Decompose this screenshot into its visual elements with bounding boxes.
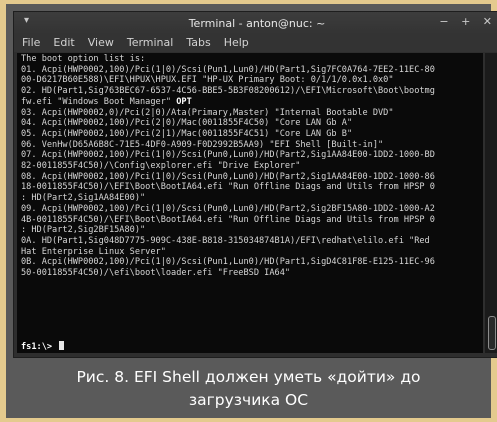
menu-tabs[interactable]: Tabs [186,36,210,49]
terminal-line-text: The boot option list is: [21,54,146,64]
terminal-line-text: Hat Enterprise Linux Server" [21,246,166,257]
terminal-line-text: 05. Acpi(HWP0002,100)/Pci(2|1)/Mac(00118… [21,128,353,139]
terminal-line: 4B-0011855F4C50)/\EFI\Boot\BootIA64.efi … [21,215,481,226]
terminal-line: 50-0011855F4C50)/\efi\boot\loader.efi "F… [21,268,481,279]
terminal-line: 01. Acpi(HWP0002,100)/Pci(1|0)/Scsi(Pun1… [21,65,481,76]
terminal-line-text: 09. Acpi(HWP0002,100)/Pci(1|0)/Scsi(Pun0… [21,203,435,214]
menu-bar: File Edit View Terminal Tabs Help [14,34,497,52]
terminal-line: : HD(Part2,Sig2BF15A80)" [21,225,481,236]
terminal-line: 02. HD(Part1,Sig763BEC67-6537-4C56-BBE5-… [21,86,481,97]
menu-edit[interactable]: Edit [53,36,74,49]
terminal-line: : HD(Part2,Sig1AA84E00)" [21,193,481,204]
maximize-icon[interactable]: + [461,15,470,28]
close-icon[interactable]: ✕ [483,15,492,28]
menu-help[interactable]: Help [224,36,249,49]
command-line[interactable]: fs1:\> [21,341,65,353]
menu-file[interactable]: File [22,36,40,49]
caption-line-2: загрузчика ОС [188,391,309,409]
terminal-line-text: 50-0011855F4C50)/\efi\boot\loader.efi "F… [21,268,291,279]
terminal-line-text: 02. HD(Part1,Sig763BEC67-6537-4C56-BBE5-… [21,86,435,97]
terminal-line: 82-0011855F4C50)/\Config\explorer.efi "D… [21,161,481,172]
title-bar: ▾ Terminal - anton@nuc: ~ − + ✕ [14,12,497,34]
terminal-line: 18-0011855F4C50)/\EFI\Boot\BootIA64.efi … [21,182,481,193]
terminal-line-text: fw.efi "Windows Boot Manager" [21,96,177,107]
terminal-scrollbar[interactable] [485,53,497,353]
terminal-line: 00-D6217B60E588)\EFI\HPUX\HPUX.EFI "HP-U… [21,75,481,86]
terminal-line: 0B. Acpi(HWP0002,100)/Pci(1|0)/Scsi(Pun1… [21,257,481,268]
terminal-line: Hat Enterprise Linux Server" [21,247,481,258]
terminal-window: ▾ Terminal - anton@nuc: ~ − + ✕ File Edi… [14,12,497,357]
terminal-line-text: 08. Acpi(HWP0002,100)/Pci(1|0)/Scsi(Pun0… [21,171,435,182]
terminal-line-text: 03. Acpi(HWP0002,0)/Pci(2|0)/Ata(Primary… [21,107,394,118]
terminal-line-text: 0B. Acpi(HWP0002,100)/Pci(1|0)/Scsi(Pun1… [21,257,435,268]
menu-terminal[interactable]: Terminal [127,36,174,49]
boot-option-flag: OPT [176,96,192,107]
terminal-line: 0A. HD(Part1,Sig048D7775-909C-438E-B818-… [21,236,481,247]
terminal-line-text: 07. Acpi(HWP0002,100)/Pci(1|0)/Scsi(Pun0… [21,150,435,161]
terminal-line-text: 0A. HD(Part1,Sig048D7775-909C-438E-B818-… [21,235,430,246]
terminal-line: 09. Acpi(HWP0002,100)/Pci(1|0)/Scsi(Pun0… [21,204,481,215]
terminal-line: 06. VenHw(D65A6B8C-71E5-4DF0-A909-F0D299… [21,140,481,151]
menu-view[interactable]: View [88,36,114,49]
terminal-line-text: 00-D6217B60E588)\EFI\HPUX\HPUX.EFI "HP-U… [21,75,394,86]
terminal-line: The boot option list is: [21,54,481,65]
window-controls: − + ✕ [430,15,492,28]
figure-caption: Рис. 8. EFI Shell должен уметь «дойти» д… [6,360,491,418]
caption-line-1: Рис. 8. EFI Shell должен уметь «дойти» д… [76,368,421,386]
shell-prompt: fs1:\> [21,342,58,352]
terminal-line-text: 4B-0011855F4C50)/\EFI\Boot\BootIA64.efi … [21,214,435,225]
minimize-icon[interactable]: − [439,15,448,28]
terminal-line: 05. Acpi(HWP0002,100)/Pci(2|1)/Mac(00118… [21,129,481,140]
terminal-line: 04. Acpi(HWP0002,100)/Pci(2|0)/Mac(00118… [21,118,481,129]
scrollbar-thumb[interactable] [488,316,496,350]
terminal-line-text: 82-0011855F4C50)/\Config\explorer.efi "D… [21,161,301,172]
terminal-line-text: 06. VenHw(D65A6B8C-71E5-4DF0-A909-F0D299… [21,139,384,150]
window-title: Terminal - anton@nuc: ~ [188,17,326,30]
terminal-line-text: : HD(Part2,Sig2BF15A80)" [21,225,146,236]
terminal-output[interactable]: The boot option list is: 01. Acpi(HWP0002… [17,53,483,353]
terminal-line: fw.efi "Windows Boot Manager" OPT [21,97,481,108]
terminal-line-text: 18-0011855F4C50)/\EFI\Boot\BootIA64.efi … [21,182,435,193]
terminal-line-text: 04. Acpi(HWP0002,100)/Pci(2|0)/Mac(00118… [21,118,353,129]
text-cursor [59,341,65,350]
figure-frame: ▾ Terminal - anton@nuc: ~ − + ✕ File Edi… [6,4,497,418]
terminal-line: 07. Acpi(HWP0002,100)/Pci(1|0)/Scsi(Pun0… [21,150,481,161]
terminal-line: 03. Acpi(HWP0002,0)/Pci(2|0)/Ata(Primary… [21,108,481,119]
terminal-line-text: 01. Acpi(HWP0002,100)/Pci(1|0)/Scsi(Pun1… [21,64,435,75]
terminal-line: 08. Acpi(HWP0002,100)/Pci(1|0)/Scsi(Pun0… [21,172,481,183]
terminal-line-text: : HD(Part2,Sig1AA84E00)" [21,193,146,204]
